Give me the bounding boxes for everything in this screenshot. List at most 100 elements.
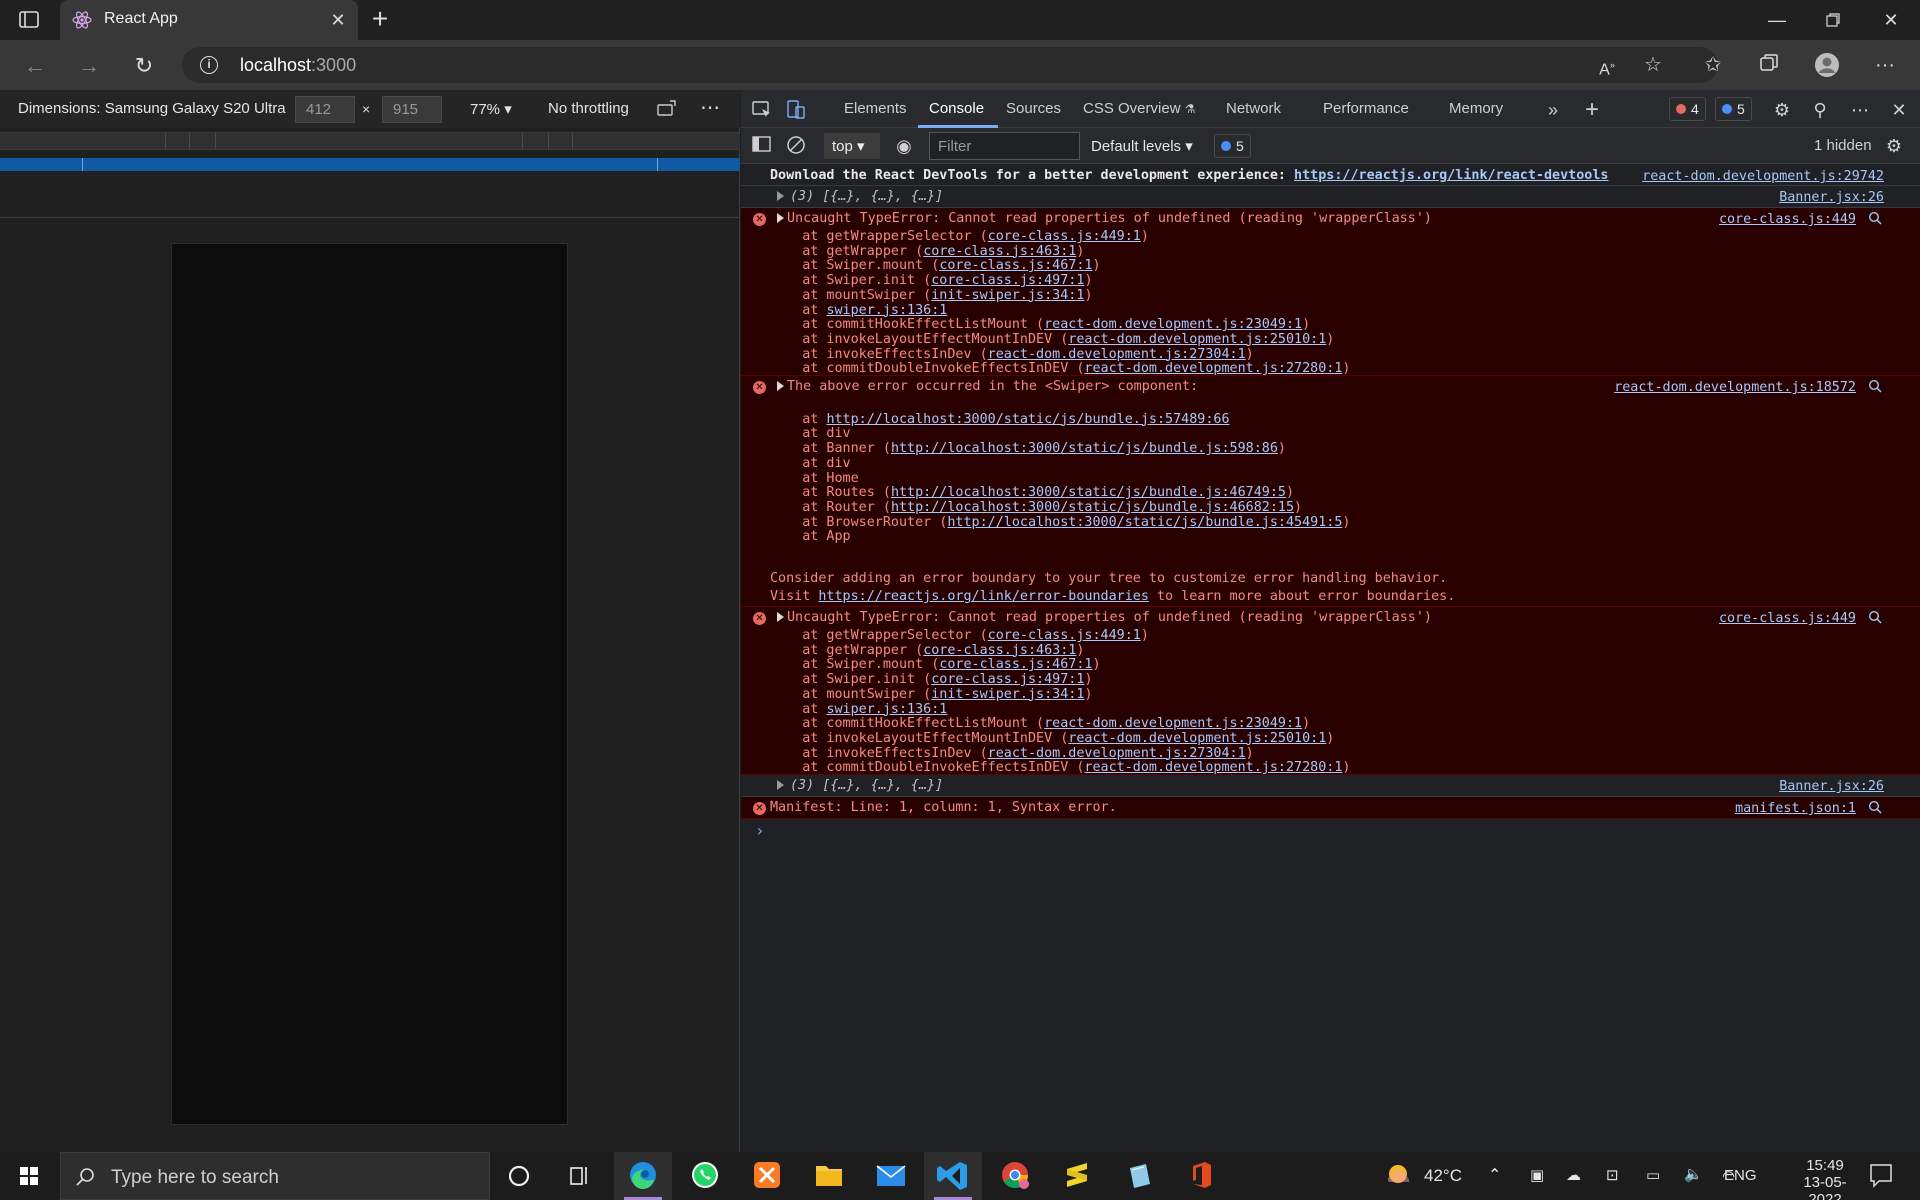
stack-frame-link[interactable]: react-dom.development.js:25010:1 (1068, 731, 1326, 746)
settings-more-icon[interactable]: ··· (1872, 52, 1898, 78)
media-query-bar[interactable] (0, 132, 740, 150)
stack-frame-link[interactable]: core-class.js:467:1 (939, 657, 1092, 672)
issue-count-badge[interactable]: 5 (1715, 97, 1752, 121)
stack-frame-link[interactable]: http://localhost:3000/static/js/bundle.j… (891, 485, 1286, 500)
start-windows-icon[interactable] (0, 1152, 58, 1200)
security-icon[interactable]: ⊡ (1606, 1166, 1619, 1200)
console-settings-gear-icon[interactable]: ⚙ (1883, 135, 1905, 157)
weather-temperature[interactable]: 42°C (1424, 1166, 1462, 1200)
volume-icon[interactable]: 🔈 (1684, 1165, 1703, 1200)
inspect-element-icon[interactable] (751, 99, 773, 121)
react-devtools-link[interactable]: https://reactjs.org/link/react-devtools (1294, 168, 1608, 183)
expand-caret-icon[interactable] (777, 780, 784, 790)
tab-css-overview[interactable]: CSS Overview ⚗ (1083, 100, 1195, 117)
stack-frame-link[interactable]: react-dom.development.js:27304:1 (988, 347, 1246, 362)
stack-frame-link[interactable]: react-dom.development.js:27304:1 (988, 746, 1246, 761)
address-field[interactable]: i localhost:3000 (182, 47, 1718, 83)
message-source-link[interactable]: Banner.jsx:26 (1779, 190, 1884, 205)
throttling-select[interactable]: No throttling (548, 100, 629, 117)
tab-network[interactable]: Network (1226, 100, 1281, 117)
message-source-link[interactable]: manifest.json:1 (1735, 801, 1856, 816)
file-explorer-icon[interactable] (800, 1152, 858, 1200)
customize-devtools-icon[interactable]: ⚲ (1809, 99, 1831, 121)
favorites-icon[interactable]: ✩ (1700, 52, 1726, 78)
add-tab-plus-icon[interactable]: + (1581, 98, 1603, 122)
stack-frame-link[interactable]: core-class.js:497:1 (931, 273, 1084, 288)
device-height-input[interactable]: 915 (382, 96, 442, 123)
expand-caret-icon[interactable] (777, 381, 784, 391)
log-levels-select[interactable]: Default levels ▾ (1091, 137, 1193, 155)
clock[interactable]: 15:49 13-05-2022 (1790, 1157, 1860, 1200)
close-devtools-icon[interactable]: ✕ (1888, 99, 1910, 121)
device-width-input[interactable]: 412 (295, 96, 355, 123)
site-info-icon[interactable]: i (200, 56, 218, 74)
device-dimensions-select[interactable]: Dimensions: Samsung Galaxy S20 Ultra (18, 100, 286, 117)
message-source-link[interactable]: react-dom.development.js:18572 (1614, 380, 1856, 395)
more-tabs-chevron-icon[interactable]: » (1542, 99, 1564, 121)
expand-caret-icon[interactable] (777, 612, 784, 622)
device-emulation-icon[interactable] (785, 99, 807, 121)
chrome-icon[interactable] (986, 1152, 1044, 1200)
error-boundaries-link[interactable]: https://reactjs.org/link/error-boundarie… (818, 589, 1149, 604)
console-filter-input[interactable]: Filter (929, 132, 1080, 160)
stack-frame-link[interactable]: core-class.js:497:1 (931, 672, 1084, 687)
office-icon[interactable] (1172, 1152, 1230, 1200)
error-count-badge[interactable]: 4 (1669, 97, 1706, 121)
stack-frame-link[interactable]: core-class.js:449:1 (988, 229, 1141, 244)
stack-frame-link[interactable]: init-swiper.js:34:1 (931, 288, 1084, 303)
stack-frame-link[interactable]: init-swiper.js:34:1 (931, 687, 1084, 702)
console-message-error[interactable]: ✕ Manifest: Line: 1, column: 1, Syntax e… (741, 797, 1920, 819)
notifications-icon[interactable] (1868, 1162, 1894, 1200)
close-tab-icon[interactable]: ✕ (328, 10, 348, 30)
minimize-icon[interactable]: — (1762, 8, 1792, 32)
message-source-link[interactable]: core-class.js:449 (1719, 611, 1856, 626)
stack-frame-link[interactable]: http://localhost:3000/static/js/bundle.j… (891, 500, 1294, 515)
show-sidebar-icon[interactable] (751, 135, 773, 157)
message-source-link[interactable]: react-dom.development.js:29742 (1642, 169, 1884, 184)
rotate-icon[interactable] (656, 98, 678, 120)
mail-icon[interactable] (862, 1152, 920, 1200)
read-aloud-icon[interactable]: A» (1594, 52, 1620, 78)
cortana-icon[interactable] (490, 1152, 548, 1200)
collections-icon[interactable] (1756, 52, 1782, 78)
profile-avatar-icon[interactable] (1814, 52, 1840, 78)
reload-icon[interactable]: ↻ (131, 53, 157, 79)
browser-tab-react-app[interactable]: React App ✕ (60, 0, 358, 40)
device-screen[interactable] (171, 243, 568, 1125)
stack-frame-link[interactable]: http://localhost:3000/static/js/bundle.j… (947, 515, 1342, 530)
back-icon[interactable]: ← (22, 53, 48, 79)
sublime-text-icon[interactable] (1048, 1152, 1106, 1200)
language-indicator[interactable]: ENG (1724, 1167, 1757, 1200)
console-message-log[interactable]: (3) [{…}, {…}, {…}] Banner.jsx:26 (741, 186, 1920, 208)
stack-frame-link[interactable]: core-class.js:467:1 (939, 258, 1092, 273)
devtools-more-icon[interactable]: ⋯ (1849, 99, 1871, 121)
whatsapp-icon[interactable] (676, 1152, 734, 1200)
console-message-log[interactable]: (3) [{…}, {…}, {…}] Banner.jsx:26 (741, 775, 1920, 797)
expand-caret-icon[interactable] (777, 191, 784, 201)
stack-frame-link[interactable]: core-class.js:463:1 (923, 643, 1076, 658)
forward-icon[interactable]: → (76, 53, 102, 79)
message-source-link[interactable]: Banner.jsx:26 (1779, 779, 1884, 794)
weather-icon[interactable] (1384, 1152, 1414, 1200)
issues-counter-badge[interactable]: 5 (1214, 134, 1251, 158)
stack-frame-link[interactable]: http://localhost:3000/static/js/bundle.j… (826, 412, 1229, 427)
xampp-icon[interactable] (738, 1152, 796, 1200)
console-message-error[interactable]: ✕ The above error occurred in the <Swipe… (741, 376, 1920, 607)
tab-memory[interactable]: Memory (1449, 100, 1503, 117)
search-icon[interactable] (1868, 800, 1882, 814)
live-expression-eye-icon[interactable]: ◉ (893, 135, 915, 157)
devtools-settings-gear-icon[interactable]: ⚙ (1771, 99, 1793, 121)
message-source-link[interactable]: core-class.js:449 (1719, 212, 1856, 227)
stack-frame-link[interactable]: react-dom.development.js:27280:1 (1084, 760, 1342, 775)
stack-frame-link[interactable]: swiper.js:136:1 (826, 702, 947, 717)
tab-sources[interactable]: Sources (1006, 100, 1061, 117)
notepad-icon[interactable] (1110, 1152, 1168, 1200)
stack-frame-link[interactable]: react-dom.development.js:23049:1 (1044, 716, 1302, 731)
restore-icon[interactable] (1818, 8, 1848, 32)
stack-frame-link[interactable]: react-dom.development.js:25010:1 (1068, 332, 1326, 347)
search-icon[interactable] (1868, 211, 1882, 225)
new-tab-icon[interactable]: + (368, 5, 392, 33)
search-icon[interactable] (1868, 379, 1882, 393)
stack-frame-link[interactable]: react-dom.development.js:23049:1 (1044, 317, 1302, 332)
tab-actions-icon[interactable] (18, 9, 42, 31)
